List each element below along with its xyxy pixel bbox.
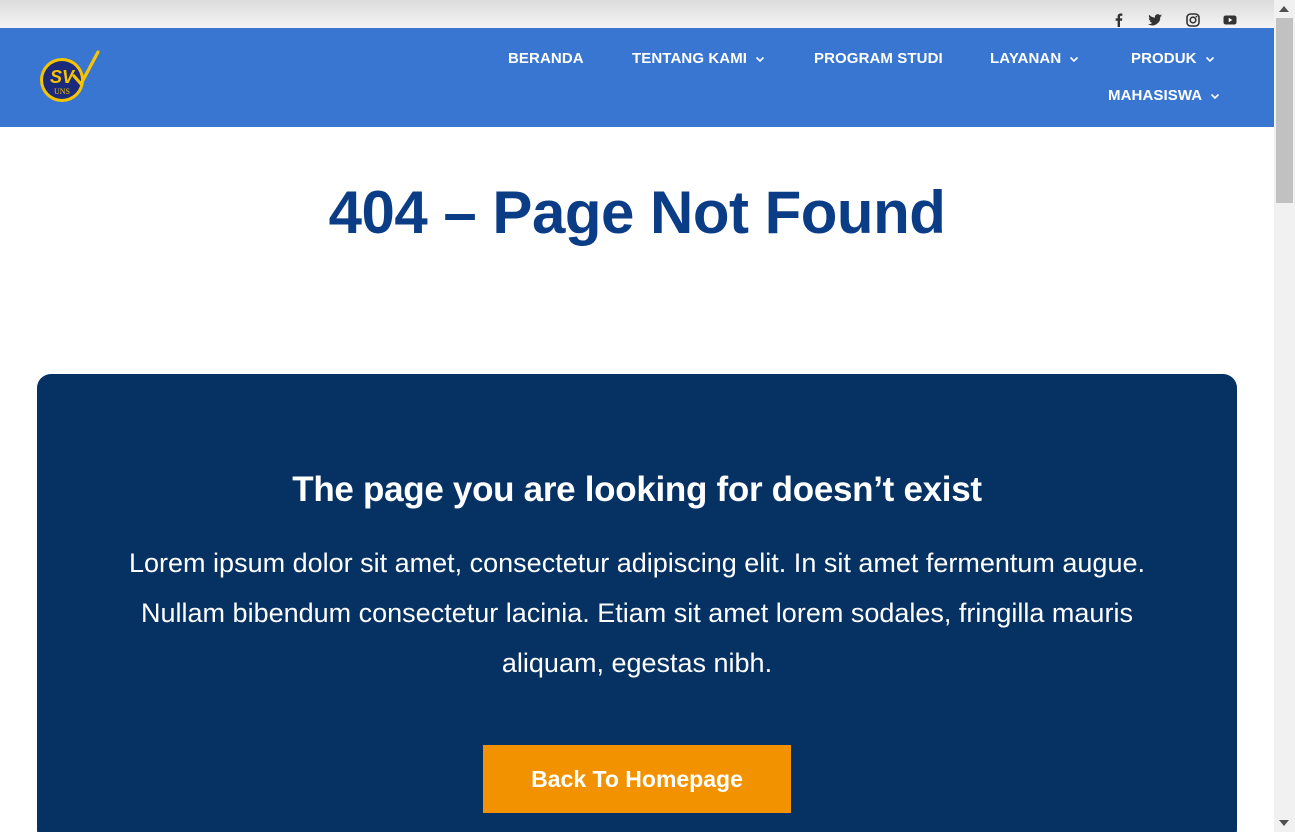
chevron-down-icon <box>756 56 765 62</box>
nav-layanan[interactable]: LAYANAN <box>990 50 1079 67</box>
vertical-scrollbar[interactable] <box>1274 0 1295 832</box>
scrollbar-thumb[interactable] <box>1276 18 1293 203</box>
sv-uns-logo[interactable]: SV UNS <box>38 50 100 106</box>
scroll-up-arrow-icon[interactable] <box>1279 6 1289 12</box>
page-title: 404 – Page Not Found <box>328 179 946 246</box>
nav-tentang-kami[interactable]: TENTANG KAMI <box>632 50 765 67</box>
nav-mahasiswa-label: MAHASISWA <box>1108 87 1203 104</box>
facebook-icon[interactable] <box>1110 11 1128 29</box>
nav-program-studi-label: PROGRAM STUDI <box>814 50 943 67</box>
back-to-homepage-button[interactable]: Back To Homepage <box>483 745 791 813</box>
svg-text:UNS: UNS <box>54 87 70 96</box>
nav-produk[interactable]: PRODUK <box>1131 50 1215 67</box>
panel-heading: The page you are looking for doesn’t exi… <box>292 470 982 509</box>
chevron-down-icon <box>1211 93 1220 99</box>
youtube-icon[interactable] <box>1221 11 1239 29</box>
nav-produk-label: PRODUK <box>1131 50 1197 67</box>
twitter-icon[interactable] <box>1146 11 1164 29</box>
nav-beranda-label: BERANDA <box>508 50 584 67</box>
panel-body-text: Lorem ipsum dolor sit amet, consectetur … <box>129 548 1145 678</box>
chevron-down-icon <box>1070 56 1079 62</box>
nav-beranda[interactable]: BERANDA <box>508 50 584 67</box>
nav-mahasiswa[interactable]: MAHASISWA <box>1108 87 1220 104</box>
not-found-panel: The page you are looking for doesn’t exi… <box>37 374 1237 832</box>
svg-text:SV: SV <box>50 67 76 87</box>
top-bar <box>0 0 1274 28</box>
chevron-down-icon <box>1205 56 1214 62</box>
nav-layanan-label: LAYANAN <box>990 50 1062 67</box>
main-header: SV UNS BERANDA TENTANG KAMI PROGRAM STUD… <box>0 28 1274 127</box>
instagram-icon[interactable] <box>1184 11 1202 29</box>
nav-tentang-kami-label: TENTANG KAMI <box>632 50 748 67</box>
nav-program-studi[interactable]: PROGRAM STUDI <box>814 50 943 67</box>
scroll-down-arrow-icon[interactable] <box>1279 820 1289 826</box>
